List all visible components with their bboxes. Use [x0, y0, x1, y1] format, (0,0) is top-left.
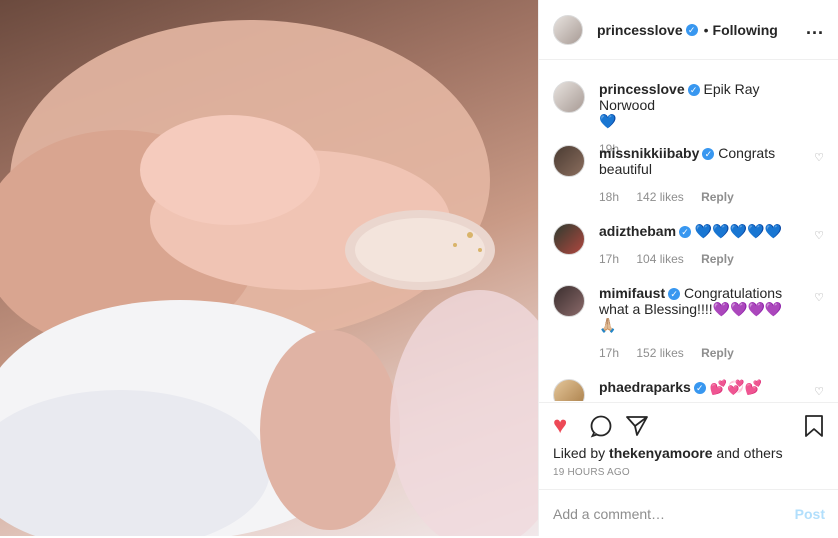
post-timestamp[interactable]: 19 HOURS AGO — [553, 467, 630, 478]
post-sidebar: princesslove ✓ • Following ... princessl… — [538, 0, 838, 536]
comment-likes[interactable]: 152 likes — [636, 346, 683, 360]
liked-by-user[interactable]: thekenyamoore — [609, 445, 712, 461]
post-button[interactable]: Post — [795, 506, 825, 522]
caption-emoji: 💙 — [599, 113, 617, 129]
bookmark-icon[interactable] — [804, 411, 824, 446]
more-options-icon[interactable]: ... — [806, 18, 824, 39]
reply-button[interactable]: Reply — [701, 252, 734, 266]
post-dialog: princesslove ✓ • Following ... princessl… — [0, 0, 838, 536]
comment-username[interactable]: missnikkiibaby — [599, 145, 699, 161]
comment-item: adizthebam ✓ 💙💙💙💙💙 17h 104 likes Reply ♡ — [553, 223, 824, 267]
comment-like-heart-icon[interactable]: ♡ — [814, 229, 824, 242]
post-header: princesslove ✓ • Following ... — [539, 0, 838, 60]
reply-button[interactable]: Reply — [701, 190, 734, 204]
comment-text: 💙💙💙💙💙 — [694, 223, 783, 239]
add-comment-bar: Add a comment… Post — [539, 489, 838, 538]
post-photo[interactable] — [0, 0, 538, 536]
comment-icon[interactable] — [589, 411, 613, 446]
comment-item: missnikkiibaby ✓ Congrats beautiful 18h 1… — [553, 145, 824, 205]
heart-filled-icon[interactable]: ♥ — [553, 411, 567, 441]
caption-username[interactable]: princesslove — [599, 81, 685, 97]
avatar[interactable] — [553, 379, 585, 401]
comment-like-heart-icon[interactable]: ♡ — [814, 385, 824, 398]
comment-time[interactable]: 17h — [599, 252, 619, 266]
comment-time[interactable]: 17h — [599, 346, 619, 360]
comment-item: phaedraparks ✓ 💕💞💕 ♡ — [553, 379, 824, 401]
header-username[interactable]: princesslove — [597, 22, 683, 38]
following-button[interactable]: Following — [713, 22, 778, 38]
post-actions: ♥ Liked by thekenyamoore and others 19 H… — [539, 402, 838, 537]
likes-suffix[interactable]: and others — [713, 445, 782, 461]
add-comment-input[interactable]: Add a comment… — [553, 506, 665, 522]
avatar[interactable] — [553, 145, 585, 177]
verified-badge-icon: ✓ — [679, 226, 692, 239]
verified-badge-icon: ✓ — [685, 23, 698, 36]
comment-likes[interactable]: 104 likes — [636, 252, 683, 266]
share-icon[interactable] — [625, 411, 649, 446]
comment-text: 💕💞💕 — [709, 379, 763, 395]
verified-badge-icon: ✓ — [693, 382, 706, 395]
comment-username[interactable]: mimifaust — [599, 285, 665, 301]
comment-like-heart-icon[interactable]: ♡ — [814, 291, 824, 304]
comment-time[interactable]: 18h — [599, 190, 619, 204]
comment-likes[interactable]: 142 likes — [636, 190, 683, 204]
comment-item: mimifaust ✓ Congratulations what a Blessi… — [553, 285, 824, 361]
separator-dot: • — [703, 21, 709, 38]
avatar[interactable] — [553, 14, 583, 45]
likes-summary: Liked by thekenyamoore and others — [553, 445, 783, 461]
avatar[interactable] — [553, 285, 585, 317]
reply-button[interactable]: Reply — [701, 346, 734, 360]
photo-illustration — [0, 20, 538, 536]
comment-like-heart-icon[interactable]: ♡ — [814, 151, 824, 164]
comment-username[interactable]: adizthebam — [599, 223, 676, 239]
comment-username[interactable]: phaedraparks — [599, 379, 691, 395]
verified-badge-icon: ✓ — [668, 288, 681, 301]
avatar[interactable] — [553, 81, 585, 113]
comment-extra: 🙏🏼 — [599, 317, 617, 333]
avatar[interactable] — [553, 223, 585, 255]
verified-badge-icon: ✓ — [702, 148, 715, 161]
likes-prefix: Liked by — [553, 445, 610, 461]
verified-badge-icon: ✓ — [687, 84, 700, 97]
comments-list[interactable]: princesslove ✓ Epik Ray Norwood 💙 19h mis… — [539, 61, 838, 401]
